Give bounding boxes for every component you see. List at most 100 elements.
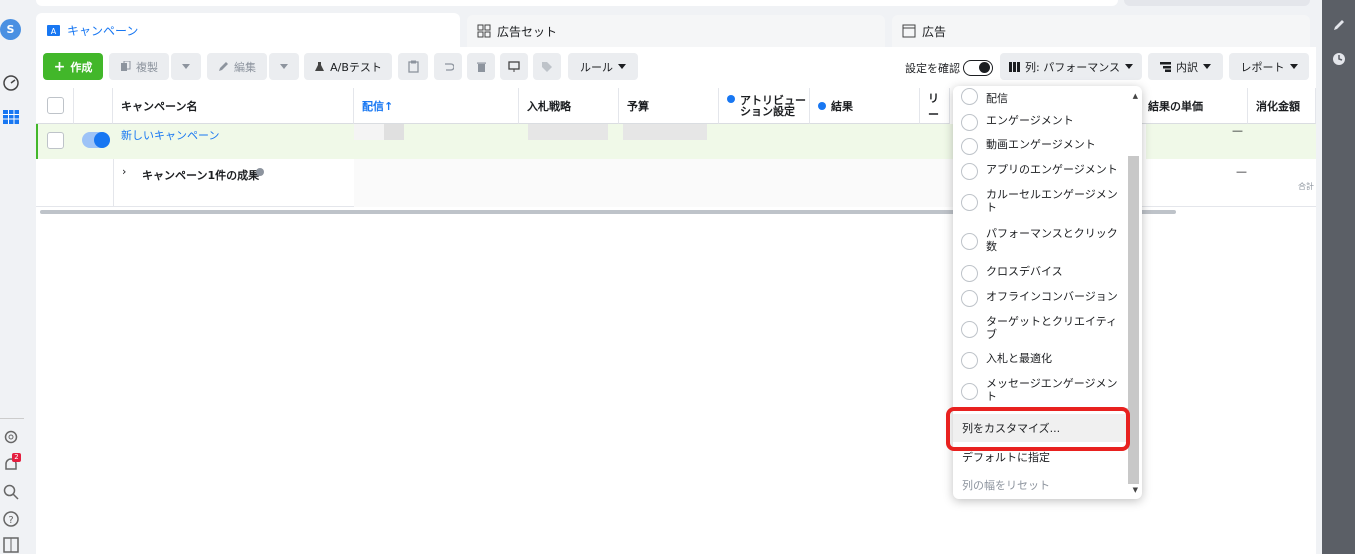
table-row-tail: — [1146,124,1316,159]
col-header-reach[interactable]: リー [920,88,950,124]
flask-icon [315,62,325,71]
copy-icon [121,61,131,71]
info-icon [818,101,826,110]
col-header-cost-per-result[interactable]: 結果の単価 [1140,88,1248,124]
col-header-bid-strategy[interactable]: 入札戦略 [519,88,619,124]
col-header-attribution-label: アトリビューション設定 [740,93,806,118]
undo-button[interactable] [434,53,462,80]
create-button[interactable]: + 作成 [43,53,103,80]
row-checkbox[interactable] [47,132,64,149]
campaign-name-link[interactable]: 新しいキャンペーン [121,127,219,143]
column-preset-cross-device[interactable]: クロスデバイス [961,265,1126,282]
pencil-icon[interactable] [1332,18,1346,32]
top-strip-right [1124,0,1310,6]
search-icon[interactable] [2,483,20,501]
preset-label: クロスデバイス [986,265,1063,278]
column-preset-offline-conversions[interactable]: オフラインコンバージョン [961,290,1126,307]
col-header-name[interactable]: キャンペーン名 [113,88,354,124]
set-default-label: デフォルトに指定 [962,451,1050,464]
ab-test-button[interactable]: A/Bテスト [304,53,392,80]
radio-button[interactable] [961,352,978,369]
column-preset-delivery[interactable]: 配信 [961,88,1126,105]
col-header-bid-label: 入札戦略 [527,99,571,113]
edit-button[interactable]: 編集 [207,53,267,80]
radio-button[interactable] [961,163,978,180]
radio-button[interactable] [961,290,978,307]
campaign-toggle[interactable] [82,132,110,148]
tab-adsets[interactable]: 広告セット [467,15,885,47]
radio-button[interactable] [961,194,978,211]
help-icon[interactable]: ? [2,510,20,528]
tab-campaigns[interactable]: A キャンペーン [36,13,460,47]
table-row[interactable]: 新しいキャンペーン [36,124,956,159]
columns-button[interactable]: 列: パフォーマンス [1000,53,1142,80]
column-preset-performance-clicks[interactable]: パフォーマンスとクリック数 [961,227,1126,253]
ad-window-icon [902,24,916,38]
settings-check-toggle[interactable] [963,60,993,76]
column-preset-messaging-engagement[interactable]: メッセージエンゲージメント [961,377,1126,403]
cell-divider [113,159,114,207]
chevron-down-icon [618,64,626,69]
radio-button[interactable] [961,265,978,282]
duplicate-button[interactable]: 複製 [109,53,169,80]
edit-label: 編集 [234,60,256,74]
col-header-attribution[interactable]: アトリビューション設定 [719,88,810,124]
preset-label: ターゲットとクリエイティブ [986,315,1118,341]
gauge-icon[interactable] [2,74,20,92]
column-preset-carousel-engagement[interactable]: カルーセルエンゲージメント [961,188,1126,214]
radio-button[interactable] [961,88,978,105]
edit-dropdown[interactable] [269,53,299,80]
preset-label: アプリのエンゲージメント [986,163,1118,176]
radio-button[interactable] [961,233,978,250]
col-header-spend[interactable]: 消化金額 [1248,88,1316,124]
column-preset-app-engagement[interactable]: アプリのエンゲージメント [961,163,1126,180]
clipboard-icon [407,60,419,73]
duplicate-dropdown[interactable] [171,53,201,80]
col-header-delivery-label: 配信↑ [362,99,394,113]
col-header-cpr-label: 結果の単価 [1148,99,1203,113]
scroll-up-icon[interactable]: ▲ [1133,92,1138,100]
col-header-budget[interactable]: 予算 [619,88,719,124]
column-preset-targeting-creative[interactable]: ターゲットとクリエイティブ [961,315,1126,341]
expand-chevron-icon[interactable]: › [122,165,126,178]
rules-button[interactable]: ルール [568,53,638,80]
redacted-cell [528,124,608,140]
summary-cost-per-result: — [1236,165,1247,178]
column-preset-engagement[interactable]: エンゲージメント [961,114,1126,131]
column-preset-video-engagement[interactable]: 動画エンゲージメント [961,138,1126,155]
columns-icon [1009,61,1020,72]
tab-ads[interactable]: 広告 [892,15,1310,47]
col-header-results-label: 結果 [831,99,853,113]
radio-button[interactable] [961,383,978,400]
redacted-summary [354,159,954,207]
preset-label: メッセージエンゲージメント [986,377,1118,403]
tag-button[interactable] [533,53,561,80]
plus-icon: + [53,58,66,75]
chevron-down-icon [1203,64,1211,69]
col-header-results[interactable]: 結果 [810,88,920,124]
reset-width-item[interactable]: 列の幅をリセット [953,471,1131,499]
adset-grid-icon [477,24,491,38]
column-preset-bidding-optimization[interactable]: 入札と最適化 [961,352,1126,369]
table-grid-icon[interactable] [2,108,20,126]
gear-icon[interactable] [2,428,20,446]
breakdown-button[interactable]: 内訳 [1148,53,1223,80]
account-avatar[interactable]: S [0,19,21,40]
col-header-delivery[interactable]: 配信↑ [354,88,519,124]
redacted-cell [623,124,707,140]
reports-label: レポート [1240,60,1285,74]
scroll-down-icon[interactable]: ▼ [1133,486,1138,494]
select-all-checkbox[interactable] [47,97,64,114]
left-nav: S 2 ? [0,0,24,554]
panel-icon[interactable] [2,536,20,554]
preset-label: オフラインコンバージョン [986,290,1118,303]
delete-button[interactable] [467,53,495,80]
radio-button[interactable] [961,114,978,131]
right-sidebar [1322,0,1355,554]
radio-button[interactable] [961,138,978,155]
preview-button[interactable] [500,53,528,80]
clipboard-button[interactable] [398,53,428,80]
clock-icon[interactable] [1332,52,1346,66]
reports-button[interactable]: レポート [1229,53,1309,80]
radio-button[interactable] [961,321,978,338]
